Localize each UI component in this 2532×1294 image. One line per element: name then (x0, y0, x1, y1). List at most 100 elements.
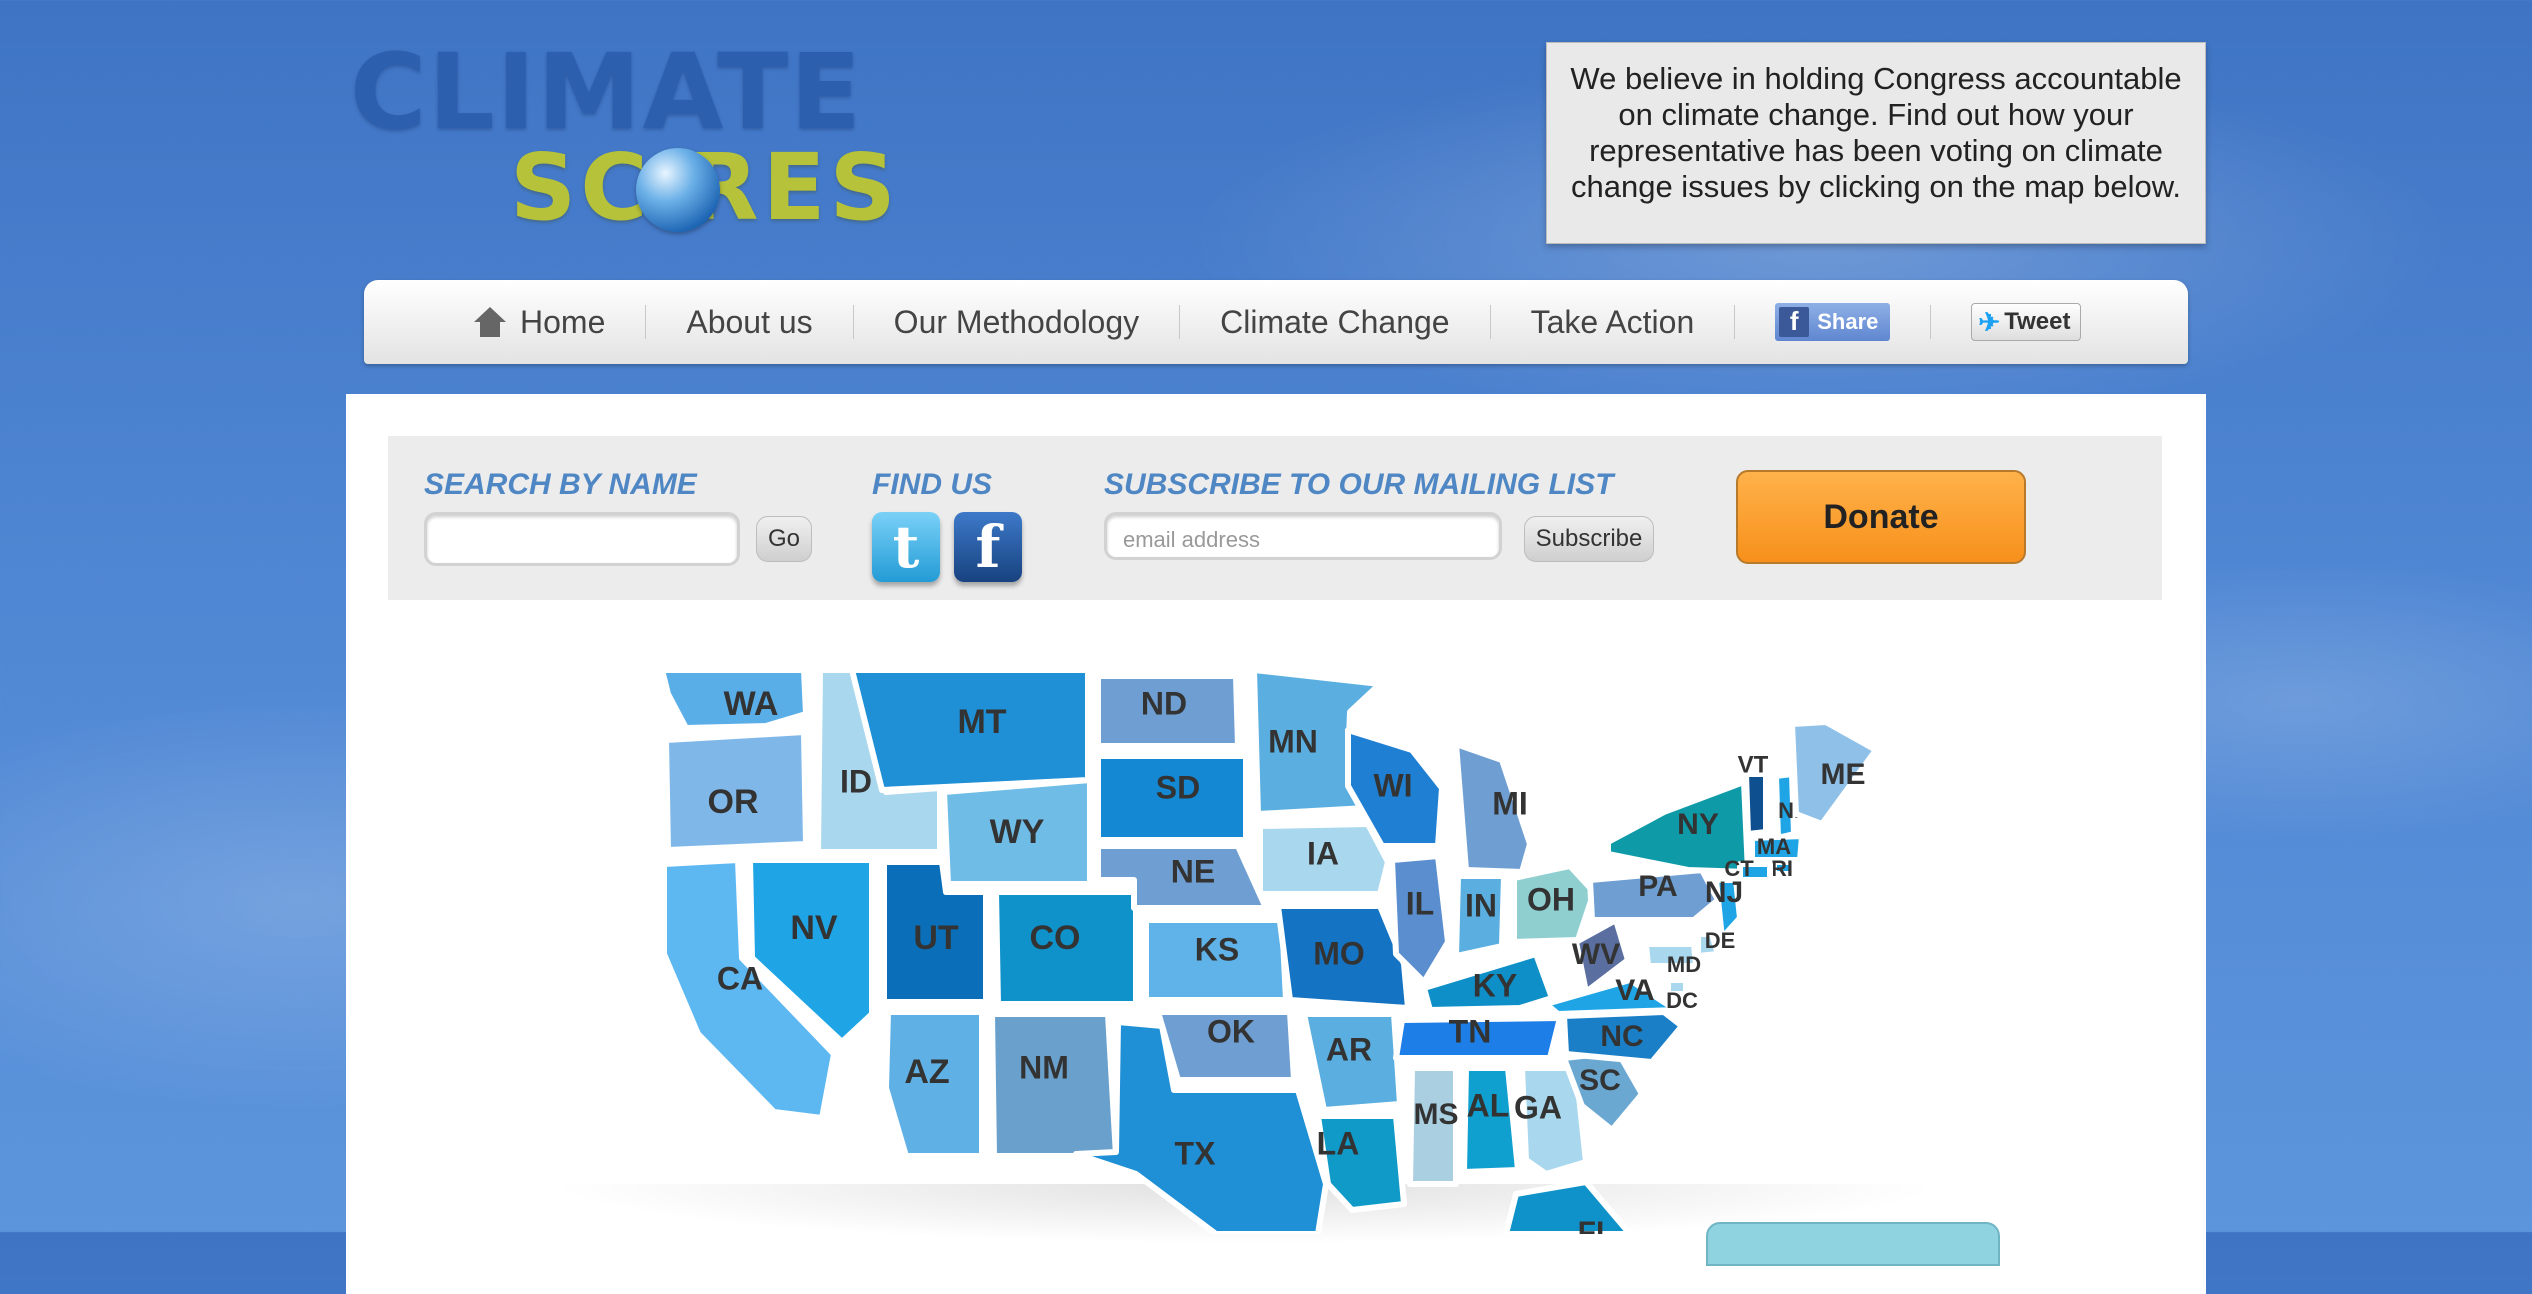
state-label: WI (1373, 767, 1412, 803)
state-label: LA (1317, 1125, 1360, 1161)
state-label: NE (1171, 853, 1215, 889)
state-label: UT (913, 919, 959, 957)
state-tn[interactable]: TN (1393, 1013, 1563, 1061)
state-label: WV (1572, 938, 1620, 971)
state-label: RI (1771, 856, 1793, 881)
state-co[interactable]: CO (993, 889, 1139, 1007)
state-ri[interactable]: RI (1771, 856, 1797, 881)
nav-about[interactable]: About us (646, 304, 852, 341)
state-label: TX (1175, 1135, 1217, 1171)
nav-home[interactable]: Home (434, 304, 645, 341)
logo-climate-text: CLIMATE (350, 31, 864, 153)
state-label: WY (990, 813, 1045, 851)
state-label: WA (724, 685, 779, 723)
state-de[interactable]: DE (1695, 928, 1736, 959)
state-label: IA (1307, 835, 1339, 871)
state-label: OH (1527, 881, 1575, 917)
state-ky[interactable]: KY (1421, 951, 1555, 1013)
share-label: Share (1817, 309, 1879, 334)
state-me[interactable]: ME (1789, 719, 1879, 827)
state-label: TN (1449, 1013, 1492, 1049)
state-shape[interactable] (1543, 977, 1679, 1017)
main-panel: SEARCH BY NAME Go FIND US t f SUBSCRIBE … (346, 394, 2206, 1294)
state-oh[interactable]: OH (1511, 863, 1597, 945)
state-label: GA (1514, 1089, 1562, 1125)
state-label: ND (1141, 685, 1187, 721)
facebook-share-button[interactable]: f Share (1775, 303, 1891, 341)
state-md[interactable]: MD (1643, 941, 1701, 977)
state-label: MO (1313, 935, 1365, 971)
home-icon (474, 307, 506, 337)
state-mo[interactable]: MO (1275, 903, 1411, 1011)
state-label: MD (1667, 952, 1701, 977)
state-label: AL (1467, 1087, 1510, 1123)
state-label: NY (1677, 808, 1719, 841)
state-label: NV (790, 909, 838, 947)
state-pa[interactable]: PA (1587, 867, 1721, 923)
state-label: AR (1326, 1031, 1372, 1067)
twitter-bird-icon: ✈ (1978, 306, 2001, 337)
state-az[interactable]: AZ (883, 1009, 985, 1159)
state-label: ID (840, 763, 872, 799)
state-label: AZ (904, 1053, 949, 1091)
state-label: KS (1195, 931, 1239, 967)
state-label: SC (1579, 1064, 1621, 1097)
state-label: NJ (1705, 876, 1743, 909)
nav-divider (1930, 305, 1932, 339)
state-label: FL (1578, 1216, 1615, 1234)
tweet-label: Tweet (2004, 308, 2071, 335)
state-label: DE (1705, 928, 1736, 953)
state-ar[interactable]: AR (1301, 1011, 1403, 1113)
map-states: WAORIDMTWYCANV UT COAZ NMNDSDNEKSOKTXMNIAMO… (659, 667, 1879, 1234)
state-wy[interactable]: WY (941, 777, 1093, 887)
state-label: OK (1207, 1013, 1255, 1049)
state-label: ME (1821, 758, 1866, 791)
state-fl[interactable]: FL (1503, 1179, 1633, 1234)
state-in[interactable]: IN (1453, 873, 1507, 959)
state-label: IN (1465, 887, 1497, 923)
nav-home-label: Home (520, 303, 606, 340)
state-label: OR (708, 783, 759, 821)
nav-methodology[interactable]: Our Methodology (854, 304, 1179, 341)
nav-divider (1734, 305, 1736, 339)
state-label: NM (1019, 1049, 1069, 1085)
state-label: VT (1738, 751, 1769, 778)
us-state-map: WAORIDMTWYCANV UT COAZ NMNDSDNEKSOKTXMNIAMO… (659, 667, 1879, 1234)
state-label: MI (1492, 785, 1528, 821)
state-shape[interactable] (1743, 771, 1769, 837)
state-nm[interactable]: NM (989, 1011, 1119, 1159)
state-label: SD (1156, 769, 1200, 805)
tweet-button[interactable]: ✈ Tweet (1971, 303, 2082, 341)
state-label: KY (1473, 967, 1517, 1003)
state-nd[interactable]: ND (1095, 673, 1241, 749)
state-ia[interactable]: IA (1257, 821, 1391, 897)
nav-take-action[interactable]: Take Action (1491, 304, 1735, 341)
state-al[interactable]: AL (1461, 1065, 1521, 1175)
site-logo[interactable]: CLIMATE SC RES (350, 40, 910, 240)
state-dc[interactable]: DC (1665, 977, 1698, 1013)
intro-box: We believe in holding Congress accountab… (1546, 42, 2206, 244)
state-mi[interactable]: MI (1453, 741, 1533, 875)
state-label: IL (1406, 885, 1434, 921)
state-label: MT (957, 703, 1006, 741)
state-ks[interactable]: KS (1143, 917, 1289, 1003)
state-label: MS (1414, 1098, 1459, 1131)
state-label: PA (1638, 870, 1677, 903)
state-label: VA (1615, 974, 1654, 1007)
intro-text: We believe in holding Congress accountab… (1570, 61, 2182, 204)
state-nc[interactable]: NC (1561, 1009, 1685, 1065)
state-mt[interactable]: MT (849, 667, 1091, 793)
state-la[interactable]: LA (1315, 1113, 1407, 1213)
globe-icon (636, 148, 720, 232)
state-label: CO (1030, 919, 1081, 957)
state-or[interactable]: OR (663, 729, 809, 853)
state-va[interactable]: VA (1543, 974, 1679, 1017)
facebook-icon: f (1779, 306, 1810, 337)
state-label: NC (1600, 1020, 1643, 1053)
state-label: DC (1666, 988, 1698, 1013)
state-wa[interactable]: WA (659, 667, 809, 731)
state-ms[interactable]: MS (1407, 1065, 1459, 1187)
state-sd[interactable]: SD (1095, 753, 1249, 843)
state-ok[interactable]: OK (1155, 1009, 1297, 1083)
nav-climate-change[interactable]: Climate Change (1180, 304, 1489, 341)
